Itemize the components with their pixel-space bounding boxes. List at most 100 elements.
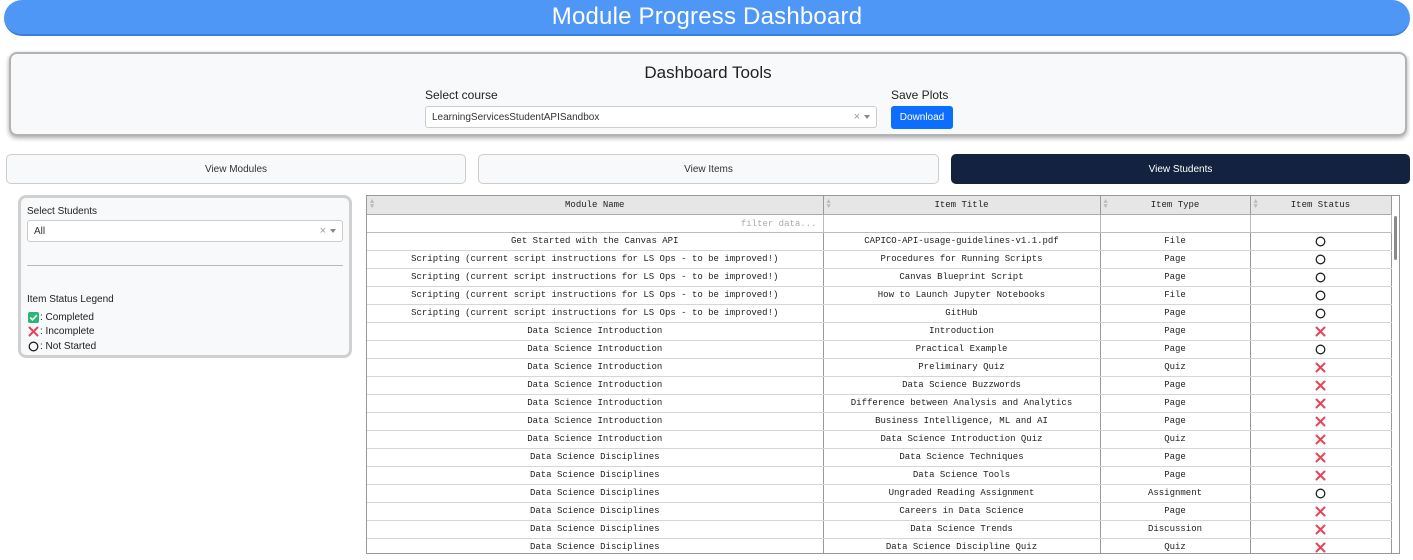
student-filter-panel: Select Students All × Item Status Legend… <box>18 195 352 358</box>
item-title-cell: How to Launch Jupyter Notebooks <box>823 286 1101 305</box>
column-header-module-name[interactable]: ▲ ▼ Module Name <box>367 196 824 215</box>
module-name-cell: Data Science Introduction <box>367 430 824 449</box>
legend-title: Item Status Legend <box>27 294 114 305</box>
item-title-cell: Business Intelligence, ML and AI <box>823 412 1101 431</box>
item-status-cell <box>1250 502 1392 521</box>
table-row: Data Science Introduction Introduction Pag… <box>367 322 1392 341</box>
save-plots-label: Save Plots <box>891 88 949 102</box>
item-status-cell <box>1250 448 1392 467</box>
table-row: Get Started with the Canvas API CAPICO-AP… <box>367 232 1392 251</box>
item-status-cell <box>1250 484 1392 503</box>
sort-icon[interactable]: ▲ ▼ <box>370 199 374 211</box>
table-row: Data Science Introduction Preliminary Qui… <box>367 358 1392 377</box>
item-status-cell <box>1250 430 1392 449</box>
download-button[interactable]: Download <box>891 106 953 129</box>
module-name-cell: Data Science Disciplines <box>367 484 824 503</box>
incomplete-x-icon <box>1315 523 1327 535</box>
legend-label: : Completed <box>40 311 94 323</box>
incomplete-x-icon <box>1315 379 1327 391</box>
clear-icon[interactable]: × <box>854 111 860 123</box>
title-bar: Module Progress Dashboard <box>4 0 1410 36</box>
item-type-cell: Page <box>1100 322 1251 341</box>
sort-icon[interactable]: ▲ ▼ <box>1254 199 1258 211</box>
filter-input-item-type[interactable] <box>1100 214 1251 233</box>
item-type-cell: Quiz <box>1100 358 1251 377</box>
item-status-table: ▲ ▼ Module Name ▲ ▼ Item Title ▲ ▼ Item Type ▲… <box>366 195 1400 554</box>
item-title-cell: Difference between Analysis and Analytic… <box>823 394 1101 413</box>
column-label: Item Title <box>934 199 989 210</box>
item-type-cell: File <box>1100 286 1251 305</box>
module-name-cell: Data Science Disciplines <box>367 466 824 485</box>
course-select[interactable]: LearningServicesStudentAPISandbox × <box>425 106 877 128</box>
column-label: Module Name <box>565 199 625 210</box>
filter-input-item-title[interactable] <box>823 214 1101 233</box>
module-name-cell: Data Science Introduction <box>367 394 824 413</box>
sort-icon[interactable]: ▲ ▼ <box>1104 199 1108 211</box>
incomplete-x-icon <box>1315 433 1327 445</box>
item-type-cell: Page <box>1100 250 1251 269</box>
module-name-cell: Data Science Introduction <box>367 322 824 341</box>
item-title-cell: Data Science Introduction Quiz <box>823 430 1101 449</box>
students-select[interactable]: All × <box>27 220 343 242</box>
table-row: Data Science Introduction Data Science In… <box>367 430 1392 449</box>
scrollbar[interactable] <box>1394 216 1397 260</box>
table-row: Data Science Disciplines Careers in Data … <box>367 502 1392 521</box>
not-started-circle-icon <box>1315 253 1327 265</box>
table-row: Data Science Disciplines Data Science Too… <box>367 466 1392 485</box>
legend-item-incomplete: : Incomplete <box>27 325 94 337</box>
module-name-cell: Data Science Disciplines <box>367 502 824 521</box>
clear-icon[interactable]: × <box>320 225 326 237</box>
students-select-value: All <box>34 225 46 237</box>
table-row: Data Science Disciplines Data Science Tec… <box>367 448 1392 467</box>
filter-input-item-status[interactable] <box>1250 214 1392 233</box>
not-started-circle-icon <box>1315 271 1327 283</box>
legend-item-completed: : Completed <box>27 311 94 323</box>
module-name-cell: Data Science Disciplines <box>367 520 824 539</box>
legend-label: : Not Started <box>40 340 97 352</box>
column-label: Item Type <box>1150 199 1200 210</box>
column-header-item-type[interactable]: ▲ ▼ Item Type <box>1100 196 1251 215</box>
incomplete-x-icon <box>1315 415 1327 427</box>
item-status-cell <box>1250 466 1392 485</box>
item-type-cell: Page <box>1100 304 1251 323</box>
tab-view-items[interactable]: View Items <box>478 154 939 184</box>
select-students-label: Select Students <box>27 206 98 217</box>
filter-input-module-name[interactable]: filter data... <box>367 214 824 233</box>
module-name-cell: Scripting (current script instructions f… <box>367 268 824 287</box>
item-title-cell: Practical Example <box>823 340 1101 359</box>
table-row: Scripting (current script instructions f… <box>367 304 1392 323</box>
tools-title: Dashboard Tools <box>644 63 772 82</box>
column-header-item-title[interactable]: ▲ ▼ Item Title <box>823 196 1101 215</box>
item-status-cell <box>1250 322 1392 341</box>
course-select-label: Select course <box>425 88 498 102</box>
incomplete-x-icon <box>1315 469 1327 481</box>
item-type-cell: Assignment <box>1100 484 1251 503</box>
item-title-cell: Preliminary Quiz <box>823 358 1101 377</box>
item-type-cell: Page <box>1100 448 1251 467</box>
item-type-cell: Page <box>1100 340 1251 359</box>
incomplete-x-icon <box>1315 505 1327 517</box>
item-title-cell: Canvas Blueprint Script <box>823 268 1101 287</box>
item-status-cell <box>1250 232 1392 251</box>
table-row: Data Science Introduction Data Science Bu… <box>367 376 1392 395</box>
module-name-cell: Data Science Introduction <box>367 340 824 359</box>
item-title-cell: Data Science Discipline Quiz <box>823 538 1101 553</box>
sort-icon[interactable]: ▲ ▼ <box>827 199 831 211</box>
module-name-cell: Data Science Introduction <box>367 412 824 431</box>
chevron-down-icon[interactable] <box>330 229 336 233</box>
item-title-cell: Data Science Tools <box>823 466 1101 485</box>
tab-view-students[interactable]: View Students <box>951 154 1410 184</box>
item-type-cell: Page <box>1100 412 1251 431</box>
incomplete-x-icon <box>1315 451 1327 463</box>
table-row: Data Science Introduction Difference betw… <box>367 394 1392 413</box>
module-name-cell: Data Science Introduction <box>367 358 824 377</box>
item-title-cell: Careers in Data Science <box>823 502 1101 521</box>
not-started-circle-icon <box>1315 235 1327 247</box>
column-header-item-status[interactable]: ▲ ▼ Item Status <box>1250 196 1392 215</box>
chevron-down-icon[interactable] <box>864 115 870 119</box>
item-status-cell <box>1250 358 1392 377</box>
tab-view-modules[interactable]: View Modules <box>6 154 466 184</box>
dashboard-tools-panel: Dashboard Tools Select course LearningSe… <box>9 52 1407 136</box>
item-title-cell: Data Science Buzzwords <box>823 376 1101 395</box>
column-label: Item Status <box>1290 199 1351 210</box>
